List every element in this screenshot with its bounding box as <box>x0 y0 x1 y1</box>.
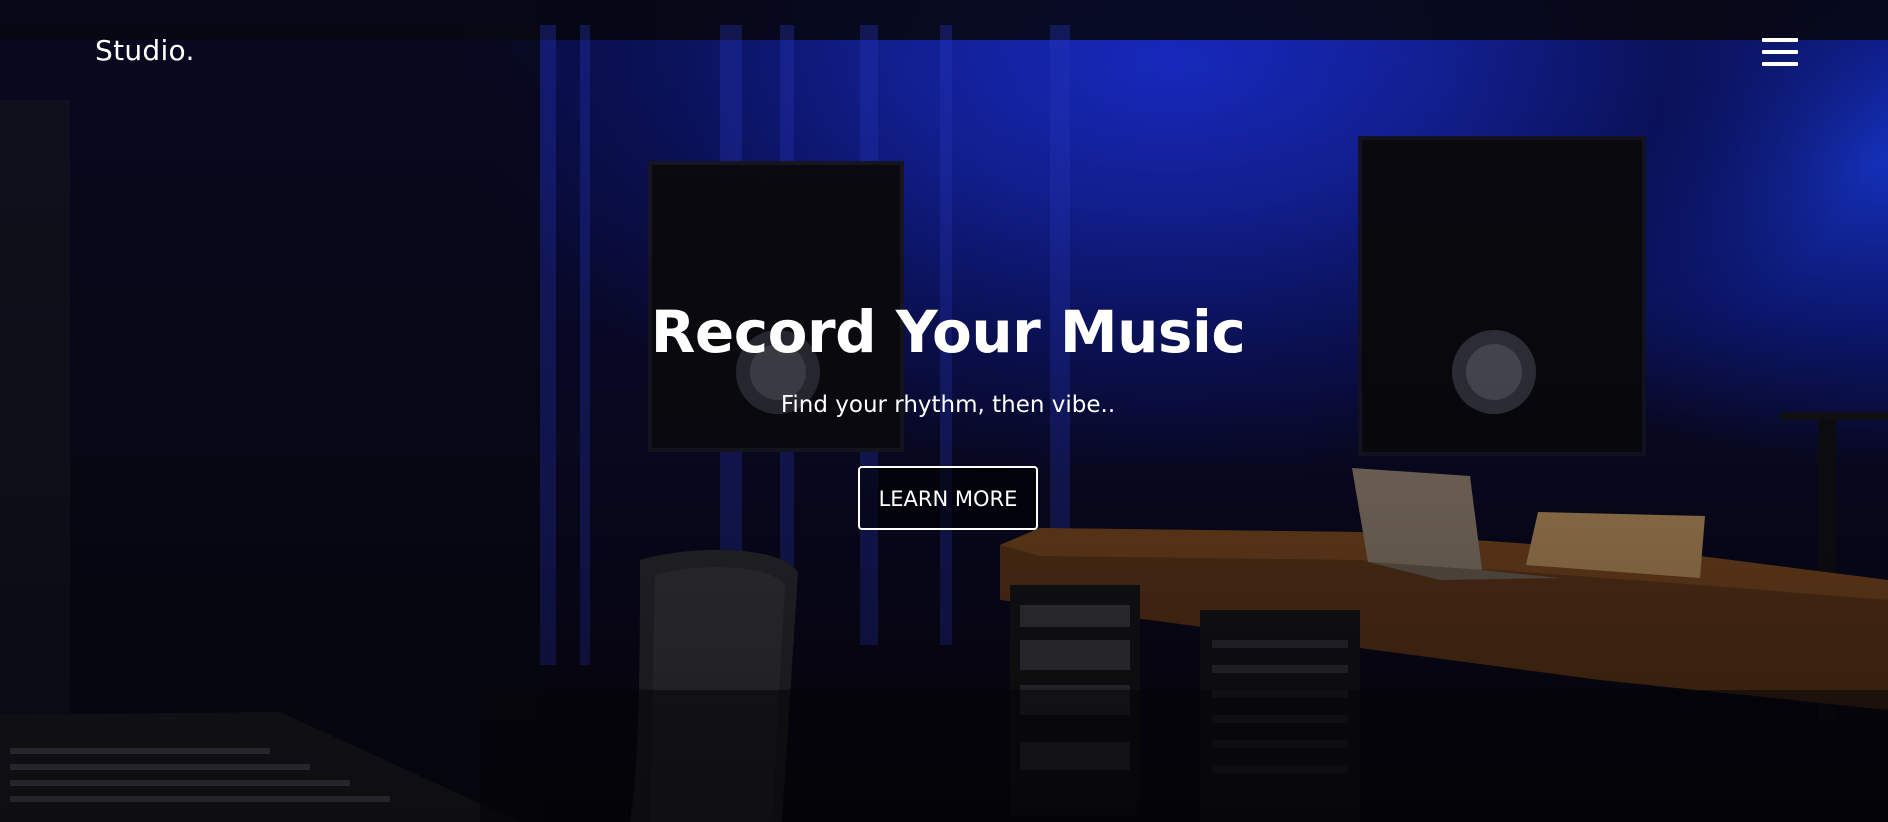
hero-title: Record Your Music <box>650 298 1246 366</box>
learn-more-button[interactable]: LEARN MORE <box>858 466 1038 530</box>
site-logo[interactable]: Studio. <box>95 34 195 67</box>
hero-content: Record Your Music Find your rhythm, then… <box>0 296 1888 530</box>
menu-bar <box>1762 38 1798 42</box>
hero-subtitle: Find your rhythm, then vibe.. <box>780 392 1116 418</box>
hamburger-menu-icon[interactable] <box>1760 36 1800 70</box>
menu-bar <box>1762 62 1798 66</box>
menu-bar <box>1762 50 1798 54</box>
hero-section: Studio. Record Your Music Find your rhyt… <box>0 0 1888 822</box>
